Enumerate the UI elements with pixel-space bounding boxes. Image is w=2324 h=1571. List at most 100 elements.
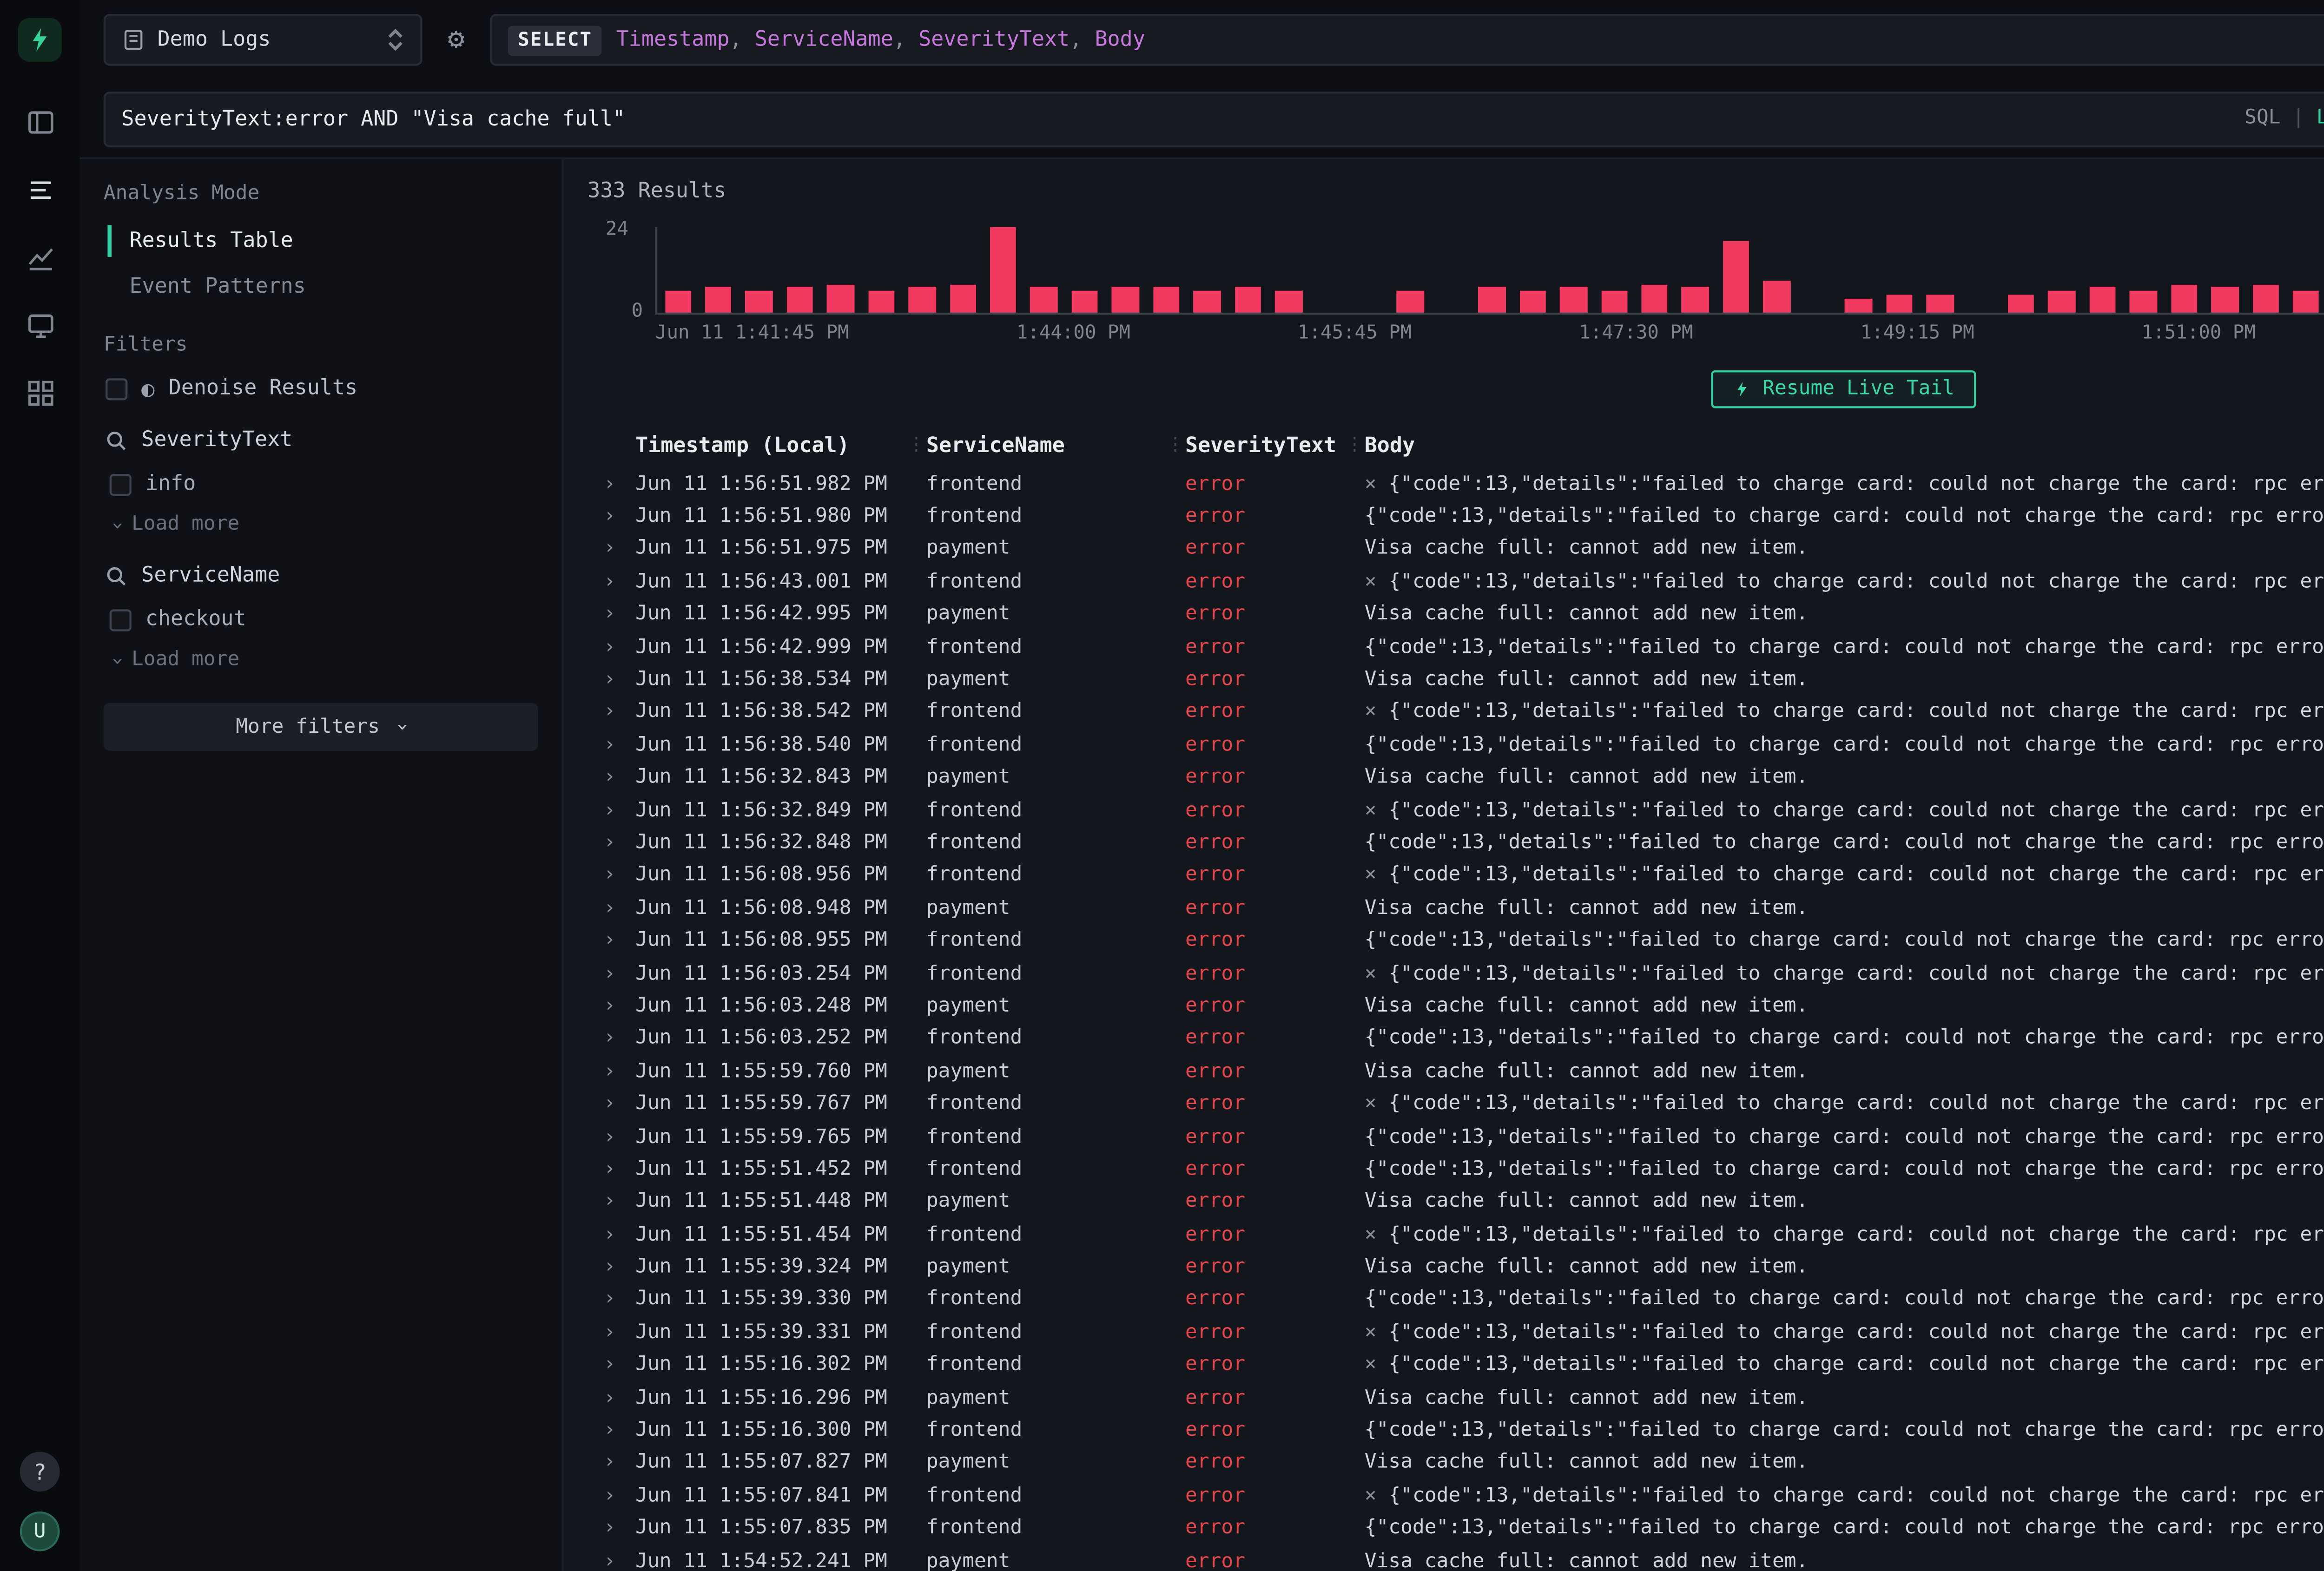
log-row[interactable]: ›Jun 11 1:56:43.001 PMfrontenderror× {"c… bbox=[588, 566, 2324, 598]
mode-sql-option[interactable]: SQL bbox=[2245, 107, 2280, 129]
histogram-bar[interactable] bbox=[705, 288, 732, 313]
histogram-bar[interactable] bbox=[1845, 298, 1872, 313]
log-row[interactable]: ›Jun 11 1:56:51.975 PMpaymenterrorVisa c… bbox=[588, 533, 2324, 566]
histogram-bar[interactable] bbox=[1886, 295, 1913, 312]
row-expand-chevron[interactable]: › bbox=[604, 1191, 636, 1213]
log-row[interactable]: ›Jun 11 1:55:16.296 PMpaymenterrorVisa c… bbox=[588, 1382, 2324, 1414]
log-row[interactable]: ›Jun 11 1:56:03.252 PMfrontenderror{"cod… bbox=[588, 1023, 2324, 1055]
panels-nav-icon[interactable] bbox=[24, 105, 56, 138]
row-expand-chevron[interactable]: › bbox=[604, 996, 636, 1018]
log-row[interactable]: ›Jun 11 1:56:42.999 PMfrontenderror{"cod… bbox=[588, 631, 2324, 664]
row-expand-chevron[interactable]: › bbox=[604, 604, 636, 626]
row-expand-chevron[interactable]: › bbox=[604, 1028, 636, 1050]
log-row[interactable]: ›Jun 11 1:55:51.448 PMpaymenterrorVisa c… bbox=[588, 1186, 2324, 1219]
user-avatar[interactable]: U bbox=[20, 1512, 60, 1551]
row-expand-chevron[interactable]: › bbox=[604, 898, 636, 920]
log-row[interactable]: ›Jun 11 1:56:32.849 PMfrontenderror× {"c… bbox=[588, 795, 2324, 827]
row-expand-chevron[interactable]: › bbox=[604, 1061, 636, 1083]
histogram-bar[interactable] bbox=[746, 291, 772, 313]
log-row[interactable]: ›Jun 11 1:56:32.848 PMfrontenderror{"cod… bbox=[588, 827, 2324, 860]
row-expand-chevron[interactable]: › bbox=[604, 1126, 636, 1148]
sql-select-input[interactable]: SELECT Timestamp, ServiceName, SeverityT… bbox=[490, 14, 2324, 66]
col-resize-handle[interactable]: ⋮ bbox=[906, 436, 926, 456]
metrics-nav-icon[interactable] bbox=[24, 241, 56, 273]
info-checkbox[interactable] bbox=[110, 473, 132, 495]
col-resize-handle[interactable]: ⋮ bbox=[1345, 436, 1365, 456]
row-expand-chevron[interactable]: › bbox=[604, 1354, 636, 1376]
col-servicename[interactable]: ServiceName bbox=[926, 434, 1165, 458]
histogram-bar[interactable] bbox=[909, 288, 936, 313]
col-body[interactable]: Body bbox=[1365, 434, 2324, 458]
logs-nav-icon[interactable] bbox=[24, 173, 56, 205]
histogram-bar[interactable] bbox=[1479, 288, 1505, 313]
histogram-bar[interactable] bbox=[1519, 291, 1546, 313]
log-row[interactable]: ›Jun 11 1:56:42.995 PMpaymenterrorVisa c… bbox=[588, 598, 2324, 631]
row-expand-chevron[interactable]: › bbox=[604, 930, 636, 952]
histogram-bar[interactable] bbox=[1397, 291, 1424, 313]
row-expand-chevron[interactable]: › bbox=[604, 832, 636, 854]
log-row[interactable]: ›Jun 11 1:56:38.542 PMfrontenderror× {"c… bbox=[588, 697, 2324, 729]
log-row[interactable]: ›Jun 11 1:56:51.980 PMfrontenderror{"cod… bbox=[588, 500, 2324, 533]
log-row[interactable]: ›Jun 11 1:55:16.302 PMfrontenderror× {"c… bbox=[588, 1349, 2324, 1382]
histogram-bar[interactable] bbox=[664, 291, 691, 313]
histogram-bar[interactable] bbox=[1275, 291, 1302, 313]
histogram-bar[interactable] bbox=[1031, 288, 1058, 313]
col-severitytext[interactable]: SeverityText bbox=[1185, 434, 1345, 458]
log-row[interactable]: ›Jun 11 1:56:08.956 PMfrontenderror× {"c… bbox=[588, 860, 2324, 892]
histogram-bar[interactable] bbox=[1723, 241, 1750, 313]
log-row[interactable]: ›Jun 11 1:56:38.540 PMfrontenderror{"cod… bbox=[588, 729, 2324, 762]
help-button[interactable]: ? bbox=[20, 1452, 60, 1492]
row-expand-chevron[interactable]: › bbox=[604, 800, 636, 822]
log-search-input[interactable]: SeverityText:error AND "Visa cache full"… bbox=[104, 91, 2324, 146]
row-expand-chevron[interactable]: › bbox=[604, 669, 636, 691]
filter-option-checkout[interactable]: checkout bbox=[110, 607, 538, 631]
mode-lucene-option[interactable]: Lucene bbox=[2317, 107, 2324, 129]
log-row[interactable]: ›Jun 11 1:55:59.765 PMfrontenderror{"cod… bbox=[588, 1121, 2324, 1153]
log-row[interactable]: ›Jun 11 1:55:16.300 PMfrontenderror{"cod… bbox=[588, 1414, 2324, 1447]
mode-event-patterns[interactable]: Event Patterns bbox=[107, 271, 538, 303]
log-row[interactable]: ›Jun 11 1:55:51.454 PMfrontenderror× {"c… bbox=[588, 1219, 2324, 1251]
row-expand-chevron[interactable]: › bbox=[604, 1518, 636, 1540]
more-filters-button[interactable]: More filters › bbox=[104, 703, 538, 751]
histogram-bar[interactable] bbox=[949, 284, 976, 312]
row-expand-chevron[interactable]: › bbox=[604, 473, 636, 495]
log-row[interactable]: ›Jun 11 1:56:38.534 PMpaymenterrorVisa c… bbox=[588, 664, 2324, 697]
resume-live-tail-button[interactable]: Resume Live Tail bbox=[1711, 370, 1976, 408]
row-expand-chevron[interactable]: › bbox=[604, 637, 636, 658]
log-row[interactable]: ›Jun 11 1:56:03.254 PMfrontenderror× {"c… bbox=[588, 958, 2324, 990]
log-source-select[interactable]: Demo Logs bbox=[104, 14, 423, 66]
histogram-bar[interactable] bbox=[2293, 291, 2320, 313]
row-expand-chevron[interactable]: › bbox=[604, 767, 636, 789]
histogram-bar[interactable] bbox=[1682, 288, 1709, 313]
histogram-bar[interactable] bbox=[1927, 295, 1954, 312]
histogram-bar[interactable] bbox=[868, 291, 895, 313]
histogram-bar[interactable] bbox=[1641, 284, 1668, 312]
log-row[interactable]: ›Jun 11 1:56:08.955 PMfrontenderror{"cod… bbox=[588, 925, 2324, 958]
row-expand-chevron[interactable]: › bbox=[604, 1224, 636, 1246]
log-row[interactable]: ›Jun 11 1:56:32.843 PMpaymenterrorVisa c… bbox=[588, 762, 2324, 794]
load-more-severitytext[interactable]: › Load more bbox=[110, 514, 538, 536]
log-row[interactable]: ›Jun 11 1:55:59.767 PMfrontenderror× {"c… bbox=[588, 1088, 2324, 1121]
row-expand-chevron[interactable]: › bbox=[604, 1453, 636, 1474]
row-expand-chevron[interactable]: › bbox=[604, 1420, 636, 1442]
log-row[interactable]: ›Jun 11 1:56:08.948 PMpaymenterrorVisa c… bbox=[588, 892, 2324, 925]
mode-results-table[interactable]: Results Table bbox=[107, 225, 538, 257]
log-row[interactable]: ›Jun 11 1:55:07.835 PMfrontenderror{"cod… bbox=[588, 1512, 2324, 1545]
histogram-bar[interactable] bbox=[2130, 291, 2157, 313]
row-expand-chevron[interactable]: › bbox=[604, 865, 636, 887]
row-expand-chevron[interactable]: › bbox=[604, 1485, 636, 1507]
row-expand-chevron[interactable]: › bbox=[604, 539, 636, 560]
col-timestamp[interactable]: Timestamp (Local) bbox=[635, 434, 906, 458]
row-expand-chevron[interactable]: › bbox=[604, 1322, 636, 1344]
histogram-bar[interactable] bbox=[2008, 295, 2035, 312]
log-row[interactable]: ›Jun 11 1:56:03.248 PMpaymenterrorVisa c… bbox=[588, 990, 2324, 1023]
row-expand-chevron[interactable]: › bbox=[604, 1093, 636, 1115]
histogram-bar[interactable] bbox=[2252, 284, 2279, 312]
histogram-bar[interactable] bbox=[2212, 288, 2238, 313]
filter-group-servicename[interactable]: ServiceName bbox=[106, 564, 538, 587]
log-row[interactable]: ›Jun 11 1:55:51.452 PMfrontenderror{"cod… bbox=[588, 1153, 2324, 1186]
row-expand-chevron[interactable]: › bbox=[604, 571, 636, 593]
histogram-bar[interactable] bbox=[2048, 291, 2075, 313]
histogram-bar[interactable] bbox=[1153, 288, 1180, 313]
row-expand-chevron[interactable]: › bbox=[604, 1159, 636, 1181]
